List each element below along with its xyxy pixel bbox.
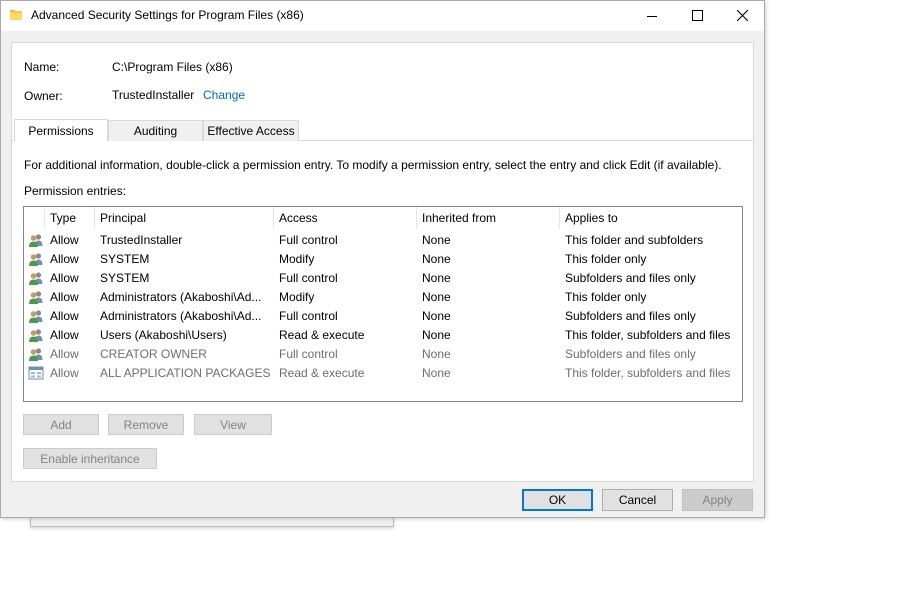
add-button[interactable]: Add <box>23 414 99 435</box>
users-icon <box>28 290 44 305</box>
column-separator[interactable] <box>559 207 560 229</box>
cell-applies: This folder only <box>565 290 647 304</box>
cell-applies: This folder and subfolders <box>565 233 704 247</box>
cell-type: Allow <box>50 347 79 361</box>
cell-type: Allow <box>50 290 79 304</box>
cell-applies: This folder, subfolders and files <box>565 328 731 342</box>
users-icon <box>28 271 44 286</box>
cell-principal: TrustedInstaller <box>100 233 183 247</box>
cell-inherited: None <box>422 233 451 247</box>
cell-applies: Subfolders and files only <box>565 271 696 285</box>
remove-button[interactable]: Remove <box>108 414 184 435</box>
change-owner-link[interactable]: Change <box>203 88 245 102</box>
table-row[interactable]: Allow Administrators (Akaboshi\Ad... Full … <box>24 307 742 326</box>
main-panel: Name: C:\Program Files (x86) Owner: Trus… <box>11 42 754 482</box>
cell-inherited: None <box>422 328 451 342</box>
cell-inherited: None <box>422 347 451 361</box>
title-bar[interactable]: Advanced Security Settings for Program F… <box>1 1 764 31</box>
cell-principal: CREATOR OWNER <box>100 347 207 361</box>
tab-auditing[interactable]: Auditing <box>108 120 203 141</box>
cell-type: Allow <box>50 366 79 380</box>
cell-access: Read & execute <box>279 366 365 380</box>
minimize-icon <box>647 15 657 17</box>
table-row[interactable]: Allow CREATOR OWNER Full control None Subfol… <box>24 345 742 364</box>
table-row[interactable]: Allow Administrators (Akaboshi\Ad... Modif… <box>24 288 742 307</box>
folder-icon <box>10 10 22 20</box>
cell-inherited: None <box>422 290 451 304</box>
apply-button[interactable]: Apply <box>682 489 753 511</box>
cell-type: Allow <box>50 328 79 342</box>
name-value: C:\Program Files (x86) <box>112 60 233 74</box>
cell-access: Full control <box>279 271 338 285</box>
name-label: Name: <box>24 60 60 74</box>
cell-applies: This folder only <box>565 252 647 266</box>
view-button[interactable]: View <box>194 414 272 435</box>
column-separator[interactable] <box>44 207 45 229</box>
cell-applies: This folder, subfolders and files <box>565 366 731 380</box>
users-icon <box>28 252 44 267</box>
cell-access: Modify <box>279 290 315 304</box>
cell-principal: SYSTEM <box>100 252 150 266</box>
cell-applies: Subfolders and files only <box>565 309 696 323</box>
cell-type: Allow <box>50 271 79 285</box>
tab-effective-access[interactable]: Effective Access <box>203 120 299 141</box>
cancel-button[interactable]: Cancel <box>602 489 673 511</box>
table-row[interactable]: Allow SYSTEM Full control None Subfolders an… <box>24 269 742 288</box>
column-header-applies-to[interactable]: Applies to <box>565 207 618 229</box>
table-row[interactable]: Allow SYSTEM Modify None This folder only <box>24 250 742 269</box>
column-header-principal[interactable]: Principal <box>100 207 146 229</box>
ok-button[interactable]: OK <box>522 489 593 511</box>
app-packages-icon <box>28 366 44 381</box>
cell-access: Read & execute <box>279 328 365 342</box>
table-row[interactable]: Allow ALL APPLICATION PACKAGES Read & exec… <box>24 364 742 383</box>
cell-applies: Subfolders and files only <box>565 347 696 361</box>
cell-access: Full control <box>279 233 338 247</box>
window-title: Advanced Security Settings for Program F… <box>31 8 304 22</box>
cell-principal: Users (Akaboshi\Users) <box>100 328 227 342</box>
users-icon <box>28 233 44 248</box>
cell-principal: Administrators (Akaboshi\Ad... <box>100 309 262 323</box>
cell-type: Allow <box>50 233 79 247</box>
instructions-text: For additional information, double-click… <box>24 158 722 172</box>
cell-type: Allow <box>50 252 79 266</box>
cell-inherited: None <box>422 271 451 285</box>
column-header-access[interactable]: Access <box>279 207 318 229</box>
table-row[interactable]: Allow TrustedInstaller Full control None Thi… <box>24 231 742 250</box>
maximize-button[interactable] <box>674 1 720 30</box>
cell-access: Full control <box>279 309 338 323</box>
tab-permissions[interactable]: Permissions <box>14 119 108 141</box>
permission-entries-label: Permission entries: <box>24 184 127 198</box>
table-row[interactable]: Allow Users (Akaboshi\Users) Read & execut… <box>24 326 742 345</box>
owner-value: TrustedInstaller <box>112 88 195 102</box>
close-icon <box>736 10 748 21</box>
users-icon <box>28 309 44 324</box>
column-header-inherited-from[interactable]: Inherited from <box>422 207 496 229</box>
maximize-icon <box>691 10 703 21</box>
cell-inherited: None <box>422 366 451 380</box>
owner-label: Owner: <box>24 89 63 103</box>
cell-principal: Administrators (Akaboshi\Ad... <box>100 290 262 304</box>
minimize-button[interactable] <box>629 1 675 30</box>
column-separator[interactable] <box>416 207 417 229</box>
cell-principal: ALL APPLICATION PACKAGES <box>100 366 270 380</box>
users-icon <box>28 328 44 343</box>
close-button[interactable] <box>719 1 765 30</box>
column-header-type[interactable]: Type <box>50 207 76 229</box>
cell-inherited: None <box>422 252 451 266</box>
column-separator[interactable] <box>273 207 274 229</box>
permission-entries-list[interactable]: Type Principal Access Inherited from App… <box>23 206 743 402</box>
enable-inheritance-button[interactable]: Enable inheritance <box>23 448 157 469</box>
advanced-security-dialog: Advanced Security Settings for Program F… <box>0 0 765 518</box>
cell-access: Modify <box>279 252 315 266</box>
users-icon <box>28 347 44 362</box>
column-separator[interactable] <box>94 207 95 229</box>
cell-inherited: None <box>422 309 451 323</box>
cell-principal: SYSTEM <box>100 271 150 285</box>
cell-access: Full control <box>279 347 338 361</box>
cell-type: Allow <box>50 309 79 323</box>
